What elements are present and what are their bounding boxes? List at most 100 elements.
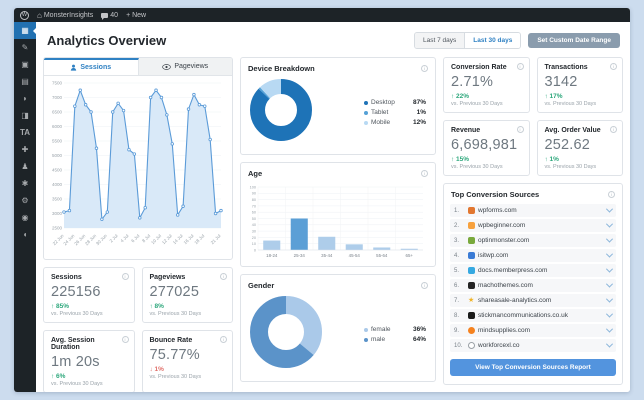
source-domain: wpforms.com xyxy=(478,207,517,214)
site-name: MonsterInsights xyxy=(43,11,94,19)
left-column: Sessions Pageviews 2500 3000 3500 4000 4500 5… xyxy=(43,57,233,392)
svg-text:7000: 7000 xyxy=(52,95,63,100)
source-row[interactable]: 7. ★ shareasale-analytics.com xyxy=(450,294,616,307)
legend-value: 64% xyxy=(412,336,426,343)
device-legend: Desktop 87% Tablet 1% Mobile 12% xyxy=(364,99,426,126)
chart-tabs: Sessions Pageviews xyxy=(44,58,232,76)
chevron-down-icon[interactable] xyxy=(605,205,614,213)
stat-label: Avg. Session Duration xyxy=(51,337,95,351)
info-icon[interactable] xyxy=(421,170,428,177)
sidebar-item-media[interactable]: ▣ xyxy=(14,56,36,73)
source-row[interactable]: 6. machothemes.com xyxy=(450,279,616,292)
legend-item: Desktop 87% xyxy=(364,99,426,106)
source-rank: 2. xyxy=(454,222,460,229)
legend-label: male xyxy=(371,336,386,343)
sidebar-item-comments[interactable]: ◗ xyxy=(14,90,36,107)
sidebar-item-settings[interactable]: ⚙ xyxy=(14,192,36,209)
chevron-down-icon[interactable] xyxy=(605,325,614,333)
sidebar-item-posts[interactable]: ✎ xyxy=(14,39,36,56)
svg-text:2500: 2500 xyxy=(52,226,63,231)
last-7-days-button[interactable]: Last 7 days xyxy=(415,33,466,48)
tools-icon: ✱ xyxy=(21,178,29,188)
site-menu[interactable]: MonsterInsights xyxy=(37,11,93,20)
source-domain: docs.memberpress.com xyxy=(478,267,548,274)
favicon-icon xyxy=(468,222,475,229)
favicon-icon xyxy=(468,207,475,214)
source-domain: machothemes.com xyxy=(478,282,533,289)
info-icon[interactable] xyxy=(220,336,227,343)
posts-icon: ✎ xyxy=(21,42,29,52)
svg-text:55-64: 55-64 xyxy=(376,253,388,258)
info-icon[interactable] xyxy=(610,63,617,70)
sidebar-item-appearance[interactable]: ◨ xyxy=(14,107,36,124)
device-donut-row: Desktop 87% Tablet 1% Mobile 12% xyxy=(241,76,435,154)
source-domain: workforcexl.co xyxy=(478,342,520,349)
sidebar-item-collapse-menu[interactable]: ◖ xyxy=(14,226,36,243)
info-icon[interactable] xyxy=(516,63,524,70)
svg-text:3500: 3500 xyxy=(52,197,63,202)
legend-dot-icon xyxy=(364,327,368,332)
stat-value: 6,698,981 xyxy=(451,137,518,153)
stat-change: ↓ 1% xyxy=(149,366,164,373)
sidebar-item-insights[interactable]: ◉ xyxy=(14,209,36,226)
comments-menu[interactable]: 40 xyxy=(101,11,119,20)
new-content-menu[interactable]: + New xyxy=(126,12,146,19)
source-row[interactable]: 4. isitwp.com xyxy=(450,249,616,262)
source-row[interactable]: 5. docs.memberpress.com xyxy=(450,264,616,277)
info-icon[interactable] xyxy=(220,273,227,280)
sidebar-item-users[interactable]: ♟ xyxy=(14,158,36,175)
info-icon[interactable] xyxy=(610,126,617,133)
info-icon[interactable] xyxy=(121,273,129,280)
chevron-down-icon[interactable] xyxy=(605,340,614,348)
stat-value: 277025 xyxy=(149,284,200,300)
chevron-down-icon[interactable] xyxy=(605,250,614,258)
source-row[interactable]: 3. optinmonster.com xyxy=(450,234,616,247)
view-sources-report-button[interactable]: View Top Conversion Sources Report xyxy=(450,359,616,376)
chevron-down-icon[interactable] xyxy=(605,280,614,288)
info-icon[interactable] xyxy=(421,65,428,72)
chevron-down-icon[interactable] xyxy=(605,220,614,228)
source-row[interactable]: 9. mindsupplies.com xyxy=(450,324,616,337)
sidebar-item-dashboard[interactable]: ▦ xyxy=(14,22,36,39)
last-30-days-button[interactable]: Last 30 days xyxy=(465,33,521,48)
sidebar-item-tools[interactable]: ✱ xyxy=(14,175,36,192)
svg-text:50: 50 xyxy=(252,217,256,221)
sidebar-item-plugins[interactable]: ✚ xyxy=(14,141,36,158)
wordpress-logo-menu[interactable] xyxy=(20,10,29,20)
insights-icon: ◉ xyxy=(21,212,29,222)
svg-text:5500: 5500 xyxy=(52,139,63,144)
svg-text:18 Jul: 18 Jul xyxy=(193,233,205,245)
info-icon[interactable] xyxy=(421,282,428,289)
sidebar-item-pages[interactable]: ▤ xyxy=(14,73,36,90)
tab-sessions[interactable]: Sessions xyxy=(44,58,139,75)
favicon-icon xyxy=(468,312,475,319)
info-icon[interactable] xyxy=(516,126,524,133)
chevron-down-icon[interactable] xyxy=(605,265,614,273)
stat-change: ↑ 6% xyxy=(51,373,66,380)
chevron-down-icon[interactable] xyxy=(605,235,614,243)
info-icon[interactable] xyxy=(608,191,615,198)
appearance-icon: ◨ xyxy=(21,110,29,120)
left-stats-grid: Sessions225156↑ 85%vs. Previous 30 DaysP… xyxy=(43,267,233,392)
stat-label: Pageviews xyxy=(149,274,186,281)
info-icon[interactable] xyxy=(121,336,129,343)
source-rank: 3. xyxy=(454,237,460,244)
sidebar-item-plugin-ta[interactable]: TA xyxy=(14,124,36,141)
date-range-controls: Last 7 days Last 30 days Set Custom Date… xyxy=(414,32,620,49)
comment-count: 40 xyxy=(110,11,119,19)
set-custom-date-range-button[interactable]: Set Custom Date Range xyxy=(528,33,620,48)
tab-pageviews[interactable]: Pageviews xyxy=(139,58,233,75)
legend-label: Desktop xyxy=(371,99,395,106)
source-row[interactable]: 2. wpbeginner.com xyxy=(450,219,616,232)
source-row[interactable]: 10. workforcexl.co xyxy=(450,339,616,352)
gender-donut-chart xyxy=(250,296,322,373)
stat-sub: vs. Previous 30 Days xyxy=(451,164,503,170)
chevron-down-icon[interactable] xyxy=(605,310,614,318)
chevron-down-icon[interactable] xyxy=(605,295,614,303)
stat-change: ↑ 85% xyxy=(51,303,70,310)
stat-value: 3142 xyxy=(544,74,578,90)
source-row[interactable]: 1. wpforms.com xyxy=(450,204,616,217)
legend-value: 12% xyxy=(412,119,426,126)
source-row[interactable]: 8. stickmancommunications.co.uk xyxy=(450,309,616,322)
legend-value: 1% xyxy=(416,109,426,116)
